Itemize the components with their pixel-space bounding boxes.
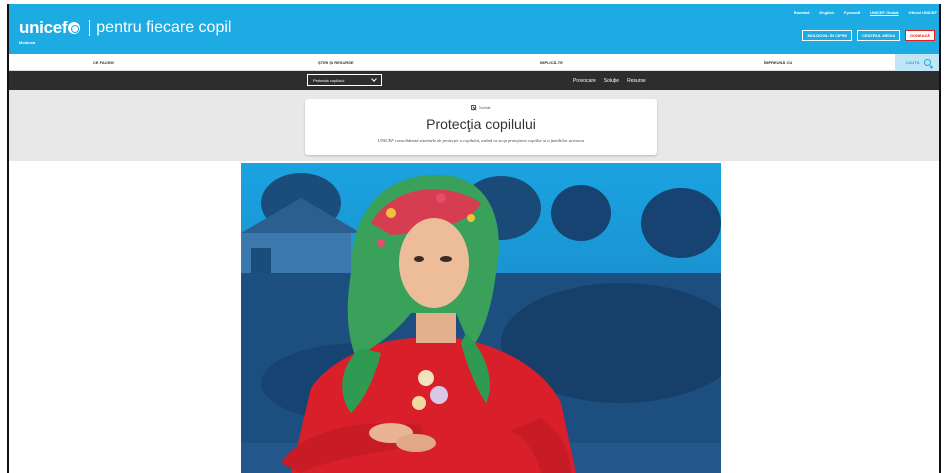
site-header: unicef pentru fiecare copil Moldova Româ… <box>9 4 941 54</box>
anchor-links: Provocare Soluție Resurse <box>573 78 646 84</box>
donate-button[interactable]: DONEAZĂ <box>905 30 935 41</box>
unicef-global-link[interactable]: UNICEF Global <box>870 10 898 15</box>
nav-item-partners[interactable]: ÎMPREUNĂ CU <box>764 60 792 65</box>
section-select-value: Protecția copilului <box>313 77 345 83</box>
close-label: Închide <box>479 105 491 110</box>
moldova-figures-button[interactable]: MOLDOVA: ÎN CIFRE <box>802 30 853 41</box>
anchor-challenge[interactable]: Provocare <box>573 78 596 84</box>
search-label: CAUTĂ <box>905 60 920 65</box>
chevron-down-icon <box>371 76 377 82</box>
media-center-button[interactable]: CENTRUL MEDIA <box>857 30 901 41</box>
unicef-logo[interactable]: unicef pentru fiecare copil <box>19 18 231 38</box>
lang-en-link[interactable]: English <box>819 10 833 15</box>
page-title: Protecţia copilului <box>426 116 536 132</box>
title-band: Închide Protecţia copilului UNICEF conso… <box>9 90 941 161</box>
search-button[interactable]: CAUTĂ <box>895 54 941 71</box>
anchor-resources[interactable]: Resurse <box>627 78 646 84</box>
unicef-office-link[interactable]: Oficiul UNICEF <box>909 10 937 15</box>
hero-photo-illustration <box>241 163 721 473</box>
page-subtitle: UNICEF consolidează sistemele de protecț… <box>377 138 585 143</box>
nav-item-what-we-do[interactable]: CE FACEM <box>93 60 114 65</box>
nav-item-news-resources[interactable]: ȘTIRI ȘI RESURSE <box>318 60 354 65</box>
lang-ro-link[interactable]: Română <box>794 10 810 15</box>
section-select[interactable]: Protecția copilului <box>307 74 382 86</box>
logo-brand: unicef <box>19 18 68 37</box>
hero-image <box>241 163 721 473</box>
close-icon <box>471 105 477 110</box>
logo-tagline: pentru fiecare copil <box>96 19 232 36</box>
header-buttons: MOLDOVA: ÎN CIFRE CENTRUL MEDIA DONEAZĂ <box>802 30 935 41</box>
section-subnav: Protecția copilului Provocare Soluție Re… <box>9 71 941 90</box>
page: unicef pentru fiecare copil Moldova Româ… <box>0 0 945 473</box>
lang-ru-link[interactable]: Русский <box>844 10 860 15</box>
nav-item-get-involved[interactable]: IMPLICĂ-TE <box>540 60 563 65</box>
country-label: Moldova <box>19 40 36 45</box>
title-card: Închide Protecţia copilului UNICEF conso… <box>305 99 657 155</box>
main-nav: CE FACEM ȘTIRI ȘI RESURSE IMPLICĂ-TE ÎMP… <box>9 54 941 71</box>
globe-icon <box>68 22 81 34</box>
anchor-solution[interactable]: Soluție <box>604 78 619 84</box>
search-icon <box>923 59 931 66</box>
top-links: Română English Русский UNICEF Global Ofi… <box>794 10 937 15</box>
logo-divider <box>89 20 91 36</box>
close-control[interactable]: Închide <box>305 105 657 110</box>
